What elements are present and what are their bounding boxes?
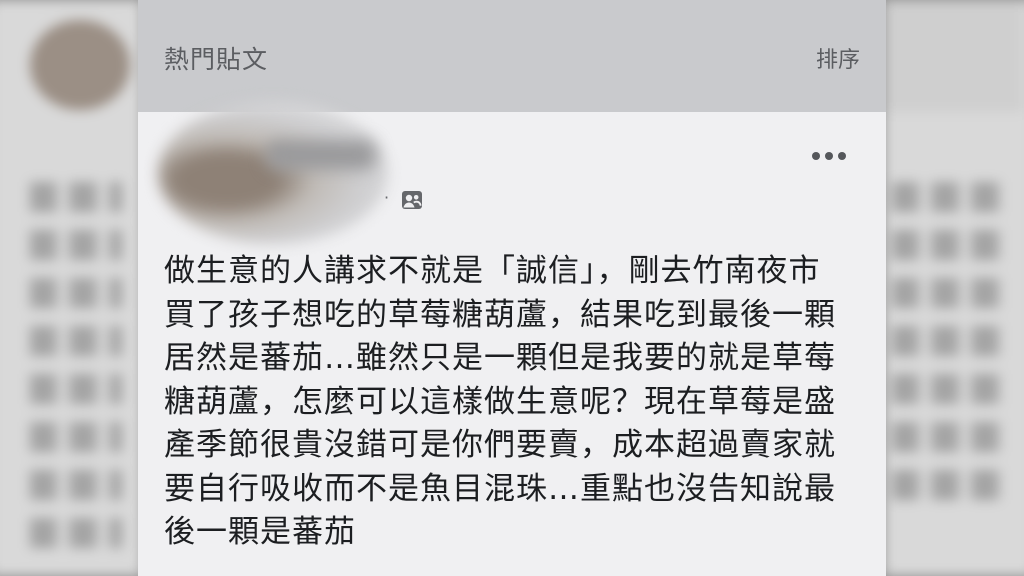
post-panel: 熱門貼文 排序 · 做生意的人講求不就是「誠信」，剛去竹南夜市 買了孩子想吃的草… <box>138 0 886 576</box>
screen: 熱門貼文 排序 · 做生意的人講求不就是「誠信」，剛去竹南夜市 買了孩子想吃的草… <box>0 0 1024 576</box>
blurred-text-line <box>30 470 122 500</box>
blurred-text-line <box>30 326 122 356</box>
blurred-avatar <box>30 20 130 110</box>
blurred-text-line <box>30 182 122 212</box>
blurred-text-line <box>30 518 122 548</box>
feed-header: 熱門貼文 排序 <box>138 0 886 112</box>
blurred-text-line <box>30 230 122 260</box>
meta-separator: · <box>384 188 390 207</box>
feed-title: 熱門貼文 <box>164 45 269 74</box>
blurred-text-line <box>30 374 122 404</box>
blurred-text-line <box>892 422 1004 452</box>
group-audience-icon <box>402 191 422 209</box>
blurred-text-line <box>892 470 1004 500</box>
blurred-right-background <box>884 0 1024 576</box>
blurred-text-line <box>892 182 1004 212</box>
blurred-author-avatar[interactable] <box>158 102 388 244</box>
more-options-icon-dot <box>825 152 833 160</box>
blurred-header <box>884 0 1024 112</box>
blurred-text-line <box>892 326 1004 356</box>
blurred-text-line <box>30 422 122 452</box>
post-body-text: 做生意的人講求不就是「誠信」，剛去竹南夜市 買了孩子想吃的草莓糖葫蘆，結果吃到最… <box>164 253 836 550</box>
blurred-text-line <box>892 230 1004 260</box>
blurred-left-background <box>0 0 142 576</box>
blurred-text-line <box>892 278 1004 308</box>
more-options-icon-dot <box>812 152 820 160</box>
sort-button[interactable]: 排序 <box>816 42 860 74</box>
more-options-icon-dot <box>838 152 846 160</box>
blurred-text-line <box>30 278 122 308</box>
more-options-button[interactable] <box>812 146 850 166</box>
blurred-text-line <box>892 374 1004 404</box>
blurred-author-name[interactable] <box>266 140 376 170</box>
